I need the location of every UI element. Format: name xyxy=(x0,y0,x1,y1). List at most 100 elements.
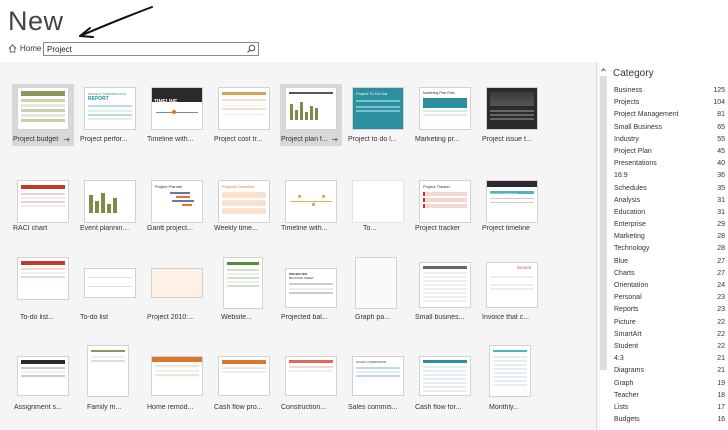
template-label: Sales commis... xyxy=(348,404,398,411)
home-link[interactable]: Home xyxy=(8,44,41,53)
category-count: 18 xyxy=(717,391,725,399)
template-label: Project tracker xyxy=(415,225,461,232)
category-item[interactable]: Presentations 40 xyxy=(614,158,725,170)
category-name: Technology xyxy=(614,245,650,253)
pin-icon[interactable] xyxy=(64,137,70,142)
category-item[interactable]: Marketing 28 xyxy=(614,231,725,243)
template-card-website[interactable]: Website... xyxy=(213,254,275,326)
category-item[interactable]: Project Plan 45 xyxy=(614,146,725,158)
template-label: To-do list... xyxy=(20,314,54,321)
category-item[interactable]: Technology 28 xyxy=(614,243,725,255)
search-input[interactable] xyxy=(44,43,246,55)
template-card-home-remodel[interactable]: REMODEL Home remod... xyxy=(146,342,208,411)
template-card-timeline-milestones[interactable]: Timeline with... xyxy=(280,177,342,239)
template-label: Projected bal... xyxy=(281,314,328,321)
template-label: Invoice that c... xyxy=(482,314,530,321)
template-label: Event planning... xyxy=(80,225,132,232)
category-item[interactable]: Enterprise 29 xyxy=(614,219,725,231)
template-card-assignment[interactable]: Assignment s... xyxy=(12,342,74,411)
template-card-todo-list-a[interactable]: To-do list... xyxy=(12,254,74,326)
template-card-todo-list-b[interactable]: To-do list xyxy=(79,254,141,326)
template-card-raci-chart[interactable]: RACI chart xyxy=(12,177,74,239)
template-card-to[interactable]: To... xyxy=(347,177,409,239)
category-name: Presentations xyxy=(614,160,657,168)
category-item[interactable]: Project Management 81 xyxy=(614,109,725,121)
template-card-gantt-project[interactable]: Project Planner Gantt project... xyxy=(146,177,208,239)
template-card-projected-balance[interactable]: PROJECTED BALANCE SHEET Projected bal... xyxy=(280,254,342,326)
template-card-marketing-plan[interactable]: Marketing Plan Role Marketing pr... xyxy=(414,84,476,146)
template-card-cash-flow-forecast[interactable]: Cash flow for... xyxy=(414,342,476,411)
template-card-small-business[interactable]: Small busines... xyxy=(414,254,476,326)
template-card-timeline[interactable]: TIMELINE Timeline with... xyxy=(146,84,208,146)
category-count: 31 xyxy=(717,208,725,216)
search-box[interactable] xyxy=(43,42,259,56)
category-item[interactable]: Business 125 xyxy=(614,85,725,97)
template-thumbnail xyxy=(419,262,471,308)
template-thumbnail: PROJECT TIMELINE xyxy=(486,180,538,223)
category-item[interactable]: Personal 23 xyxy=(614,292,725,304)
search-icon[interactable] xyxy=(246,44,256,54)
template-card-family-meal[interactable]: Family m... xyxy=(79,342,141,411)
template-thumbnail xyxy=(151,268,203,298)
template-card-project-budget[interactable]: Project budget xyxy=(12,84,74,146)
template-card-project-performance[interactable]: PROJECT PERFORMANCE REPORT Project perfo… xyxy=(79,84,141,146)
category-name: 4:3 xyxy=(614,355,624,363)
category-item[interactable]: Reports 23 xyxy=(614,304,725,316)
template-label: Timeline with... xyxy=(281,225,328,232)
template-card-project-todo[interactable]: Project To Do List Project to do l... xyxy=(347,84,409,146)
template-card-project-timeline[interactable]: PROJECT TIMELINE Project timeline xyxy=(481,177,543,239)
category-item[interactable]: Blue 27 xyxy=(614,256,725,268)
category-item[interactable]: SmartArt 22 xyxy=(614,329,725,341)
category-count: 29 xyxy=(717,221,725,229)
page-title: New xyxy=(8,6,64,36)
category-item[interactable]: Analysis 31 xyxy=(614,195,725,207)
template-card-project-tracker[interactable]: Project Tracker Project tracker xyxy=(414,177,476,239)
template-thumbnail xyxy=(17,257,69,300)
template-thumbnail: Project Planner xyxy=(151,180,203,223)
category-item[interactable]: 4:3 21 xyxy=(614,353,725,365)
template-thumbnail xyxy=(218,87,270,130)
template-card-invoice[interactable]: INVOICE Invoice that c... xyxy=(481,254,543,326)
template-card-monthly[interactable]: Monthly... xyxy=(481,342,543,411)
template-card-event-planning[interactable]: Event planning... xyxy=(79,177,141,239)
template-card-weekly-time[interactable]: Projects Overview Weekly time... xyxy=(213,177,275,239)
thumb-text: Project Tracker xyxy=(423,184,450,189)
category-item[interactable]: Teacher 18 xyxy=(614,390,725,402)
template-card-project-2010[interactable]: Project 2010:... xyxy=(146,254,208,326)
category-item[interactable]: Charts 27 xyxy=(614,268,725,280)
category-item[interactable]: Budgets 16 xyxy=(614,414,725,426)
category-item[interactable]: 16:9 36 xyxy=(614,170,725,182)
template-card-project-cost-tracker[interactable]: Project cost tr... xyxy=(213,84,275,146)
category-item[interactable]: Diagrams 21 xyxy=(614,365,725,377)
category-count: 16 xyxy=(717,416,725,424)
category-item[interactable]: Orientation 24 xyxy=(614,280,725,292)
template-card-project-plan[interactable]: Project plan f... xyxy=(280,84,342,146)
category-count: 22 xyxy=(717,318,725,326)
template-card-sales-commission[interactable]: SALES COMMISSION Sales commis... xyxy=(347,342,409,411)
template-label: Cash flow pro... xyxy=(214,404,263,411)
template-card-project-issue[interactable]: Project issue t... xyxy=(481,84,543,146)
pin-icon[interactable] xyxy=(332,137,338,142)
category-name: Lists xyxy=(614,403,629,411)
category-item[interactable]: Picture 22 xyxy=(614,317,725,329)
category-item[interactable]: Small Business 65 xyxy=(614,122,725,134)
category-item[interactable]: Lists 17 xyxy=(614,402,725,414)
category-count: 27 xyxy=(717,269,725,277)
category-item[interactable]: Schedules 35 xyxy=(614,183,725,195)
category-count: 23 xyxy=(717,306,725,314)
template-card-graph-paper[interactable]: Graph pa... xyxy=(347,254,409,326)
category-scrollbar[interactable] xyxy=(600,76,607,370)
category-item[interactable]: Graph 19 xyxy=(614,378,725,390)
category-name: Personal xyxy=(614,294,642,302)
category-count: 23 xyxy=(717,294,725,302)
category-name: Blue xyxy=(614,257,629,265)
template-card-construction[interactable]: Construction... xyxy=(280,342,342,411)
template-thumbnail: PROJECT PERFORMANCE REPORT xyxy=(84,87,136,130)
category-item[interactable]: Education 31 xyxy=(614,207,725,219)
scroll-up-icon[interactable] xyxy=(600,66,607,74)
category-item[interactable]: Student 22 xyxy=(614,341,725,353)
category-item[interactable]: Industry 55 xyxy=(614,134,725,146)
thumb-text: BALANCE SHEET xyxy=(289,276,314,280)
template-card-cash-flow-projection[interactable]: Cash flow pro... xyxy=(213,342,275,411)
category-item[interactable]: Projects 104 xyxy=(614,97,725,109)
